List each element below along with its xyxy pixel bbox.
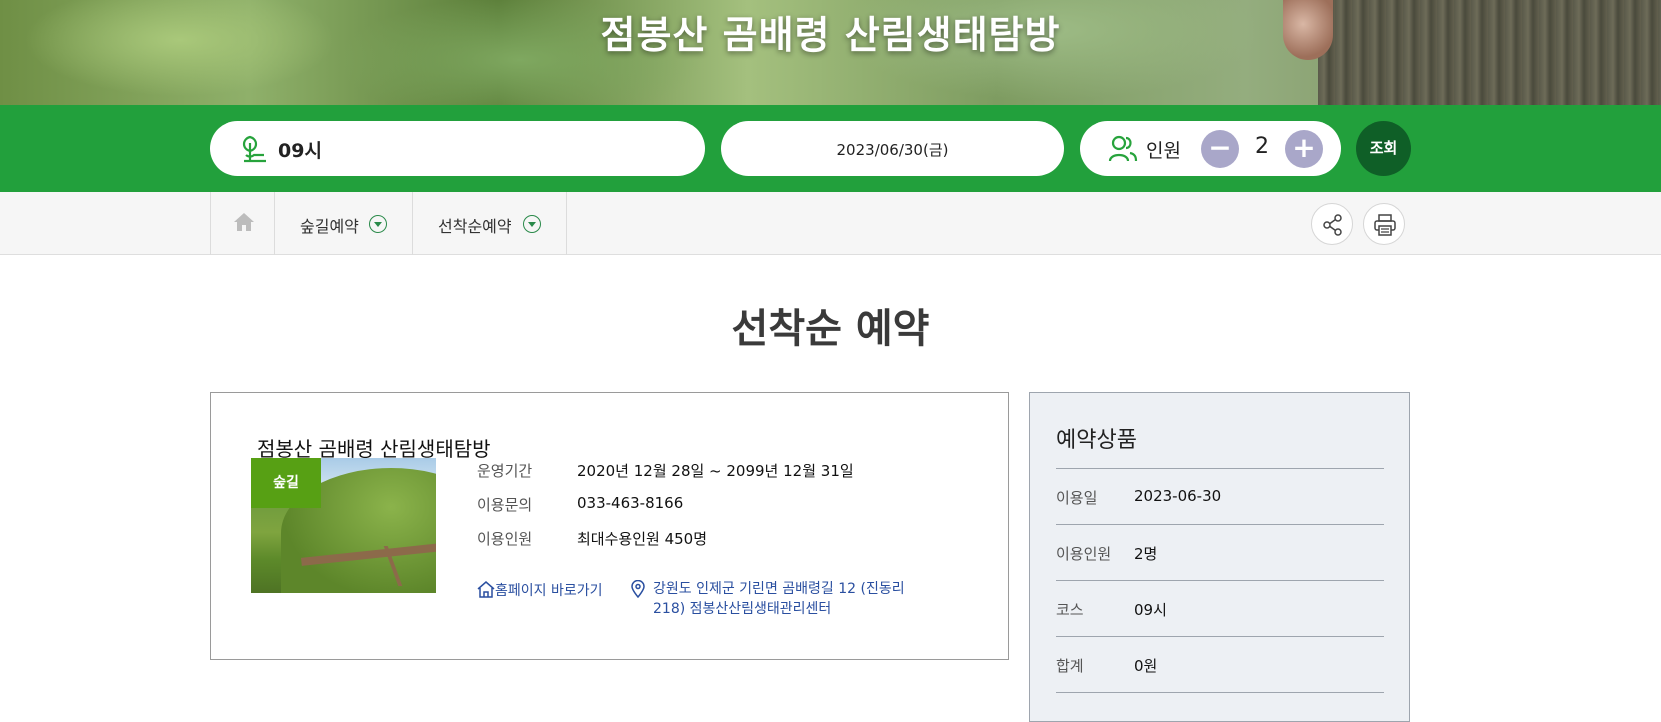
people-count: 2 <box>1255 134 1269 159</box>
print-button[interactable] <box>1363 203 1405 245</box>
course-select[interactable]: 09시 <box>210 121 705 176</box>
search-button[interactable]: 조회 <box>1356 121 1411 176</box>
address-line-1: 강원도 인제군 기린면 곰배령길 12 (진동리 <box>653 581 905 597</box>
chevron-down-icon <box>523 215 541 233</box>
map-pin-icon <box>631 580 645 598</box>
summary-key: 코스 <box>1056 601 1084 619</box>
info-value: 2020년 12월 28일 ~ 2099년 12월 31일 <box>577 462 854 480</box>
date-value: 2023/06/30(금) <box>836 141 949 159</box>
info-value: 033-463-8166 <box>577 494 684 512</box>
category-tag: 숲길 <box>251 458 321 508</box>
info-key: 이용인원 <box>477 530 533 548</box>
nav-item-label: 숲길예약 <box>300 217 359 236</box>
page-title: 선착순 예약 <box>731 306 930 352</box>
hero-banner: 점봉산 곰배령 산림생태탐방 <box>0 0 1661 105</box>
divider <box>1056 636 1384 637</box>
increase-button[interactable]: + <box>1285 130 1323 168</box>
decrease-button[interactable]: − <box>1201 130 1239 168</box>
address-line-2: 218) 점봉산산림생태관리센터 <box>653 601 832 617</box>
info-key: 이용문의 <box>477 496 533 514</box>
divider <box>1056 468 1384 469</box>
summary-key: 이용인원 <box>1056 545 1112 563</box>
course-value: 09시 <box>278 140 322 162</box>
chevron-down-icon <box>369 215 387 233</box>
share-button[interactable] <box>1311 203 1353 245</box>
hero-title: 점봉산 곰배령 산림생태탐방 <box>600 13 1061 57</box>
nav-item-label: 선착순예약 <box>438 217 512 236</box>
divider <box>1056 580 1384 581</box>
summary-key: 이용일 <box>1056 489 1098 507</box>
printer-icon <box>1374 214 1396 236</box>
home-outline-icon <box>477 581 495 598</box>
reservation-summary: 예약상품 이용일 2023-06-30 이용인원 2명 코스 09시 합계 0원 <box>1029 392 1410 722</box>
people-stepper: 인원 − 2 + <box>1080 121 1341 176</box>
summary-value: 09시 <box>1134 601 1167 619</box>
nav-item-first-come-reservation[interactable]: 선착순예약 <box>413 192 567 255</box>
search-bar: 09시 2023/06/30(금) 인원 − 2 + 조회 <box>0 105 1661 192</box>
divider <box>1056 524 1384 525</box>
summary-value: 2명 <box>1134 545 1158 563</box>
summary-key: 합계 <box>1056 657 1084 675</box>
homepage-link-label: 홈페이지 바로가기 <box>495 583 603 599</box>
summary-title: 예약상품 <box>1056 428 1137 453</box>
homepage-link[interactable]: 홈페이지 바로가기 <box>477 580 603 600</box>
sprout-icon <box>242 135 266 163</box>
home-icon <box>234 213 254 231</box>
product-card: 점봉산 곰배령 산림생태탐방 숲길 운영기간 2020년 12월 28일 ~ 2… <box>210 392 1009 660</box>
people-label: 인원 <box>1146 140 1181 162</box>
people-icon <box>1108 135 1138 162</box>
summary-value: 0원 <box>1134 657 1158 675</box>
date-picker[interactable]: 2023/06/30(금) <box>721 121 1064 176</box>
summary-value: 2023-06-30 <box>1134 487 1222 505</box>
product-thumbnail: 숲길 <box>251 458 436 593</box>
share-icon <box>1323 214 1342 236</box>
nav-item-forest-reservation[interactable]: 숲길예약 <box>275 192 413 255</box>
address-link[interactable]: 강원도 인제군 기린면 곰배령길 12 (진동리 218) 점봉산산림생태관리센… <box>631 579 921 619</box>
divider <box>1056 692 1384 693</box>
info-value: 최대수용인원 450명 <box>577 530 707 548</box>
home-button[interactable] <box>210 192 275 255</box>
info-key: 운영기간 <box>477 462 533 480</box>
breadcrumb-nav: 숲길예약 선착순예약 <box>0 192 1661 255</box>
